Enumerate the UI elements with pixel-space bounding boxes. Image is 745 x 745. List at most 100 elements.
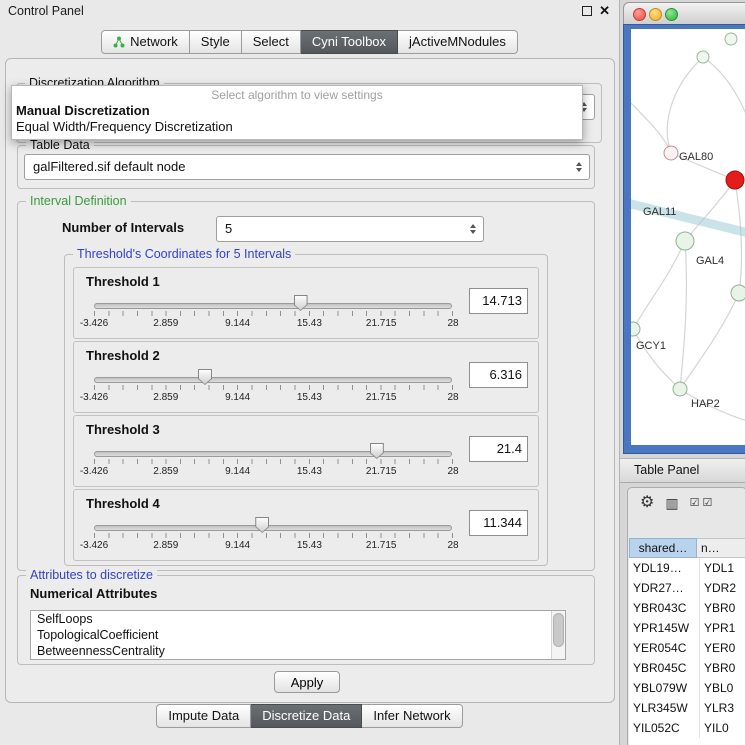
table-row[interactable]: YLR345WYLR3 xyxy=(629,698,745,718)
interval-definition-group-title: Interval Definition xyxy=(26,194,131,208)
apply-button[interactable]: Apply xyxy=(274,671,340,693)
attributes-to-discretize-group: Attributes to discretize Numerical Attri… xyxy=(17,575,595,665)
control-panel-titlebar: Control Panel ✕ xyxy=(0,0,619,22)
close-icon[interactable]: ✕ xyxy=(599,3,610,18)
numerical-attributes-label: Numerical Attributes xyxy=(30,586,157,601)
cyni-toolbox-panel: Discretization Algorithm Select algorith… xyxy=(5,58,615,703)
network-node-gal4[interactable] xyxy=(676,232,694,250)
node-label-gal4: GAL4 xyxy=(696,255,724,267)
slider-ticks xyxy=(94,459,453,464)
network-canvas[interactable]: GAL80 GAL11 GAL4 GCY1 HAP2 xyxy=(631,29,745,445)
threshold-2-value[interactable]: 6.316 xyxy=(469,362,528,388)
control-panel-tabbar: Network Style Select Cyni Toolbox jActiv… xyxy=(0,30,619,54)
network-node[interactable] xyxy=(731,285,745,301)
tab-discretize-data[interactable]: Discretize Data xyxy=(251,704,362,728)
node-label-gal11: GAL11 xyxy=(643,206,676,218)
threshold-1-label: Threshold 1 xyxy=(86,274,160,289)
combo-stepper-icon[interactable] xyxy=(571,155,586,179)
network-view-frame: GAL80 GAL11 GAL4 GCY1 HAP2 xyxy=(623,24,745,454)
close-window-icon[interactable] xyxy=(633,8,646,21)
scrollbar-thumb[interactable] xyxy=(553,613,564,647)
table-panel-title: Table Panel xyxy=(634,463,699,477)
network-node-gcy1[interactable] xyxy=(631,322,640,336)
threshold-3-slider[interactable] xyxy=(94,442,452,464)
tab-select[interactable]: Select xyxy=(242,30,301,54)
slider-ticks xyxy=(94,311,453,316)
tab-infer-network[interactable]: Infer Network xyxy=(362,704,462,728)
zoom-window-icon[interactable] xyxy=(665,8,678,21)
combo-stepper-icon[interactable] xyxy=(465,217,480,241)
tab-impute-data[interactable]: Impute Data xyxy=(156,704,251,728)
table-row[interactable]: YIL052CYIL0 xyxy=(629,718,745,738)
table-header-row: shared… n… xyxy=(629,538,745,558)
table-row[interactable]: YBL079WYBL0 xyxy=(629,678,745,698)
list-scrollbar[interactable] xyxy=(551,611,565,659)
dropdown-item-manual-discretization[interactable]: Manual Discretization xyxy=(12,103,582,119)
slider-scale: -3.426 2.859 9.144 15.43 21.715 28 xyxy=(94,392,453,404)
table-row[interactable]: YBR043CYBR0 xyxy=(629,598,745,618)
dropdown-item-equal-width-frequency[interactable]: Equal Width/Frequency Discretization xyxy=(12,119,582,135)
table-panel-header: Table Panel xyxy=(620,458,745,483)
list-item-topologicalcoefficient[interactable]: TopologicalCoefficient xyxy=(31,627,565,643)
slider-ticks xyxy=(94,533,453,538)
column-selector-icon[interactable]: ▥ xyxy=(665,496,678,510)
slider-track[interactable] xyxy=(94,377,452,383)
table-data-combobox[interactable]: galFiltered.sif default node xyxy=(24,154,590,180)
cyni-bottom-tabbar: Impute Data Discretize Data Infer Networ… xyxy=(0,704,619,728)
tab-cyni-toolbox[interactable]: Cyni Toolbox xyxy=(301,30,398,54)
tab-jactivemnodules[interactable]: jActiveMNodules xyxy=(398,30,518,54)
float-window-icon[interactable] xyxy=(582,6,592,16)
threshold-1-slider[interactable] xyxy=(94,294,452,316)
table-panel-toolbar: ⚙ ▥ ☑ ☑ xyxy=(628,488,745,518)
table-panel-window: ⚙ ▥ ☑ ☑ shared… n… YDL19…YDL1 YDR27…YDR2… xyxy=(627,487,745,745)
number-of-intervals-label: Number of Intervals xyxy=(62,220,184,235)
list-item-betweennesscentrality[interactable]: BetweennessCentrality xyxy=(31,643,565,659)
node-label-gal80: GAL80 xyxy=(679,151,713,163)
select-all-icon[interactable]: ☑ xyxy=(690,498,700,509)
interval-definition-group: Interval Definition Number of Intervals … xyxy=(17,201,595,571)
tab-network[interactable]: Network xyxy=(101,30,190,54)
threshold-4-slider[interactable] xyxy=(94,516,452,538)
table-row[interactable]: YDL19…YDL1 xyxy=(629,558,745,578)
table-row[interactable]: YDR27…YDR2 xyxy=(629,578,745,598)
number-of-intervals-combobox[interactable]: 5 xyxy=(216,216,484,242)
slider-track[interactable] xyxy=(94,303,452,309)
column-header-name[interactable]: n… xyxy=(697,538,745,558)
network-node[interactable] xyxy=(725,33,737,45)
threshold-1-value[interactable]: 14.713 xyxy=(469,288,528,314)
network-window-titlebar[interactable] xyxy=(623,2,745,25)
network-node-selected[interactable] xyxy=(726,171,744,189)
slider-track[interactable] xyxy=(94,451,452,457)
slider-track[interactable] xyxy=(94,525,452,531)
node-table: shared… n… YDL19…YDL1 YDR27…YDR2 YBR043C… xyxy=(629,538,745,745)
node-label-hap2: HAP2 xyxy=(691,398,720,410)
network-graph: GAL80 GAL11 GAL4 GCY1 HAP2 xyxy=(631,29,745,445)
threshold-4-value[interactable]: 11.344 xyxy=(469,510,528,536)
screen: Control Panel ✕ Network Style Select Cyn… xyxy=(0,0,745,745)
network-node-gal80[interactable] xyxy=(664,146,678,160)
table-row[interactable]: YPR145WYPR1 xyxy=(629,618,745,638)
column-header-shared-name[interactable]: shared… xyxy=(629,538,697,558)
attributes-group-title: Attributes to discretize xyxy=(26,568,157,582)
thresholds-coordinates-group: Threshold's Coordinates for 5 Intervals … xyxy=(64,254,548,566)
table-row[interactable]: YBR045CYBR0 xyxy=(629,658,745,678)
threshold-3-value[interactable]: 21.4 xyxy=(469,436,528,462)
network-node-hap2[interactable] xyxy=(673,382,687,396)
network-view-window: GAL80 GAL11 GAL4 GCY1 HAP2 xyxy=(623,2,745,454)
select-none-icon[interactable]: ☑ xyxy=(702,498,712,509)
slider-scale: -3.426 2.859 9.144 15.43 21.715 28 xyxy=(94,318,453,330)
thresholds-group-title: Threshold's Coordinates for 5 Intervals xyxy=(73,247,295,261)
network-node[interactable] xyxy=(697,51,709,63)
threshold-3-label: Threshold 3 xyxy=(86,422,160,437)
settings-gear-icon[interactable]: ⚙ xyxy=(640,495,654,511)
threshold-2-panel: Threshold 2 -3.426 2.859 9.144 15.43 21.… xyxy=(73,341,539,413)
numerical-attributes-list: SelfLoops TopologicalCoefficient Between… xyxy=(30,610,566,660)
table-row[interactable]: YER054CYER0 xyxy=(629,638,745,658)
slider-ticks xyxy=(94,385,453,390)
tab-style[interactable]: Style xyxy=(190,30,242,54)
minimize-window-icon[interactable] xyxy=(649,8,662,21)
slider-scale: -3.426 2.859 9.144 15.43 21.715 28 xyxy=(94,540,453,552)
threshold-2-slider[interactable] xyxy=(94,368,452,390)
list-item-selfloops[interactable]: SelfLoops xyxy=(31,611,565,627)
threshold-3-panel: Threshold 3 -3.426 2.859 9.144 15.43 21.… xyxy=(73,415,539,487)
